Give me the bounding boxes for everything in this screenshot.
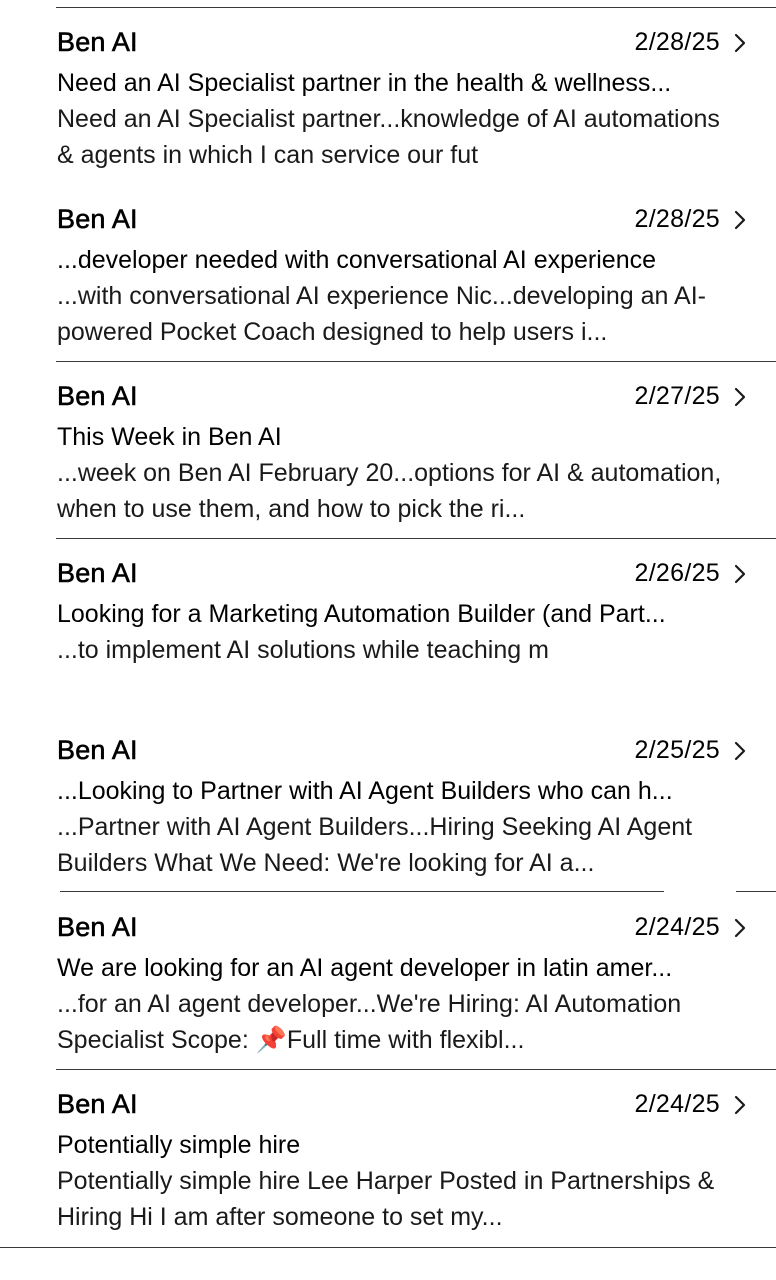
chevron-right-icon (734, 210, 746, 230)
chevron-right-icon (734, 741, 746, 761)
message-subject: Potentially simple hire (57, 1131, 301, 1159)
mail-list: Ben AI 2/28/25 Need an AI Specialist par… (0, 0, 776, 1280)
message-preview: ...Partner with AI Agent Builders...Hiri… (57, 813, 693, 877)
chevron-right-icon (734, 564, 746, 584)
message-subject: This Week in Ben AI (57, 423, 282, 451)
mail-list-item[interactable]: Ben AI 2/26/25 Looking for a Marketing A… (0, 538, 776, 714)
message-date: 2/25/25 (634, 736, 720, 764)
message-date: 2/28/25 (634, 28, 720, 56)
message-preview: ...with conversational AI experience Nic… (57, 282, 706, 346)
mail-list-item[interactable]: Ben AI 2/24/25 We are looking for an AI … (0, 892, 776, 1068)
message-subject: ...Looking to Partner with AI Agent Buil… (57, 777, 673, 805)
message-date: 2/24/25 (634, 1090, 720, 1118)
message-subject: Looking for a Marketing Automation Build… (57, 600, 666, 628)
message-preview: Need an AI Specialist partner...knowledg… (57, 105, 720, 169)
message-date: 2/28/25 (634, 205, 720, 233)
message-date: 2/24/25 (634, 913, 720, 941)
mail-list-item[interactable]: Ben AI 2/28/25 Need an AI Specialist par… (0, 7, 776, 183)
chevron-right-icon (734, 387, 746, 407)
sender-name: Ben AI (57, 912, 138, 943)
message-preview: ...to implement AI solutions while teach… (57, 636, 549, 664)
message-subject: We are looking for an AI agent developer… (57, 954, 673, 982)
sender-name: Ben AI (57, 558, 138, 589)
sender-name: Ben AI (57, 735, 138, 766)
sender-name: Ben AI (57, 1089, 138, 1120)
sender-name: Ben AI (57, 27, 138, 58)
divider (0, 1247, 776, 1248)
message-subject: Need an AI Specialist partner in the hea… (57, 69, 672, 97)
message-preview: ...for an AI agent developer...We're Hir… (57, 990, 682, 1054)
message-preview: ...week on Ben AI February 20...options … (57, 459, 722, 523)
mail-list-item[interactable]: Ben AI 2/28/25 ...developer needed with … (0, 184, 776, 360)
message-date: 2/26/25 (634, 559, 720, 587)
message-date: 2/27/25 (634, 382, 720, 410)
message-preview: Potentially simple hire Lee Harper Poste… (57, 1167, 715, 1231)
chevron-right-icon (734, 1095, 746, 1115)
mail-list-item[interactable]: Ben AI 2/27/25 This Week in Ben AI ...we… (0, 361, 776, 537)
message-subject: ...developer needed with conversational … (57, 246, 656, 274)
chevron-right-icon (734, 918, 746, 938)
mail-list-item[interactable]: Ben AI 2/24/25 Potentially simple hire P… (0, 1069, 776, 1245)
sender-name: Ben AI (57, 204, 138, 235)
sender-name: Ben AI (57, 381, 138, 412)
mail-list-item[interactable]: Ben AI 2/25/25 ...Looking to Partner wit… (0, 715, 776, 891)
chevron-right-icon (734, 33, 746, 53)
